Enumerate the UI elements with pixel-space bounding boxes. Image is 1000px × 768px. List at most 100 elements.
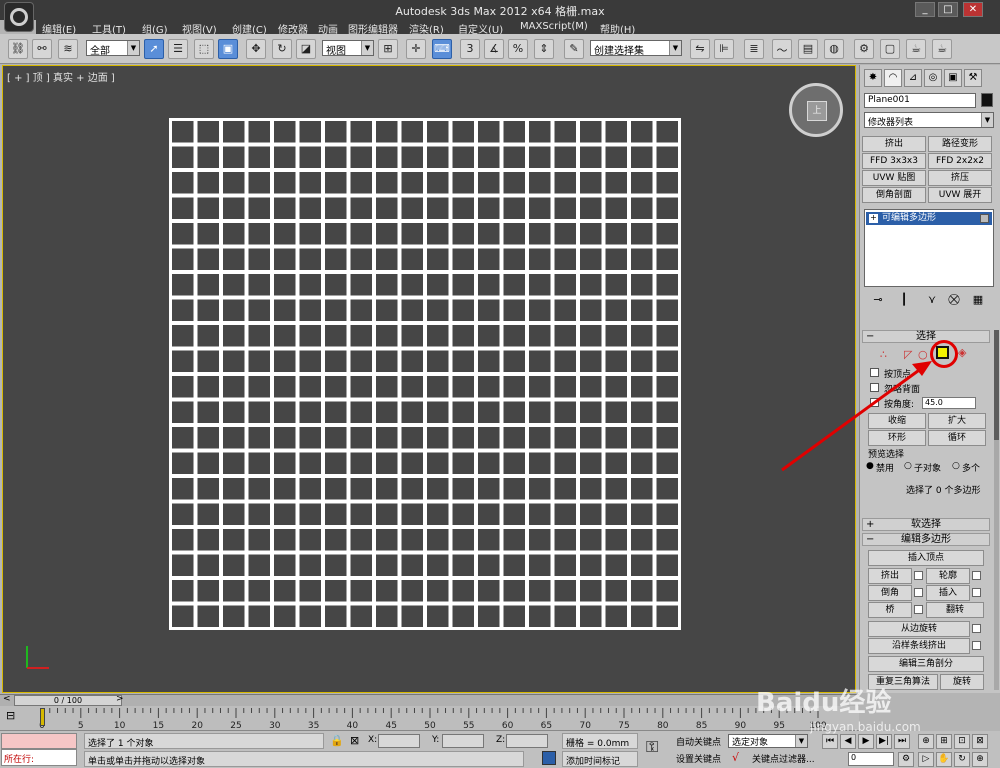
grid-cell[interactable] bbox=[554, 376, 577, 398]
grid-cell[interactable] bbox=[401, 554, 424, 577]
grid-cell[interactable] bbox=[248, 223, 271, 245]
grid-cell[interactable] bbox=[656, 350, 679, 373]
material-editor-icon[interactable]: ◍ bbox=[824, 39, 844, 59]
move-icon[interactable]: ✥ bbox=[246, 39, 266, 59]
preview-disabled-radio[interactable]: ● bbox=[866, 461, 874, 471]
grid-cell[interactable] bbox=[478, 478, 500, 500]
grid-cell[interactable] bbox=[554, 325, 577, 347]
grid-cell[interactable] bbox=[325, 223, 347, 245]
grid-cell[interactable] bbox=[401, 274, 424, 296]
grid-cell[interactable] bbox=[401, 605, 424, 628]
align-icon[interactable]: ⊫ bbox=[714, 39, 734, 59]
grid-cell[interactable] bbox=[529, 580, 551, 602]
grid-cell[interactable] bbox=[503, 146, 526, 169]
pin-stack-icon[interactable]: ⊸ bbox=[870, 293, 886, 309]
grid-cell[interactable] bbox=[401, 299, 424, 322]
grid-cell[interactable] bbox=[172, 478, 194, 500]
grid-cell[interactable] bbox=[325, 248, 347, 271]
grid-cell[interactable] bbox=[656, 580, 679, 602]
schematic-icon[interactable]: ▤ bbox=[798, 39, 818, 59]
grid-cell[interactable] bbox=[350, 172, 373, 194]
grid-cell[interactable] bbox=[554, 503, 577, 526]
grid-cell[interactable] bbox=[350, 299, 373, 322]
grid-cell[interactable] bbox=[172, 299, 194, 322]
selection-rollout-header[interactable]: − 选择 bbox=[862, 330, 990, 343]
grid-cell[interactable] bbox=[197, 376, 220, 398]
grid-cell[interactable] bbox=[401, 503, 424, 526]
grid-cell[interactable] bbox=[197, 503, 220, 526]
grid-cell[interactable] bbox=[274, 554, 296, 577]
grid-cell[interactable] bbox=[529, 478, 551, 500]
grid-cell[interactable] bbox=[503, 223, 526, 245]
grid-cell[interactable] bbox=[631, 554, 653, 577]
grid-cell[interactable] bbox=[656, 223, 679, 245]
grid-cell[interactable] bbox=[631, 325, 653, 347]
percent-snap-icon[interactable]: % bbox=[508, 39, 528, 59]
grid-cell[interactable] bbox=[605, 580, 628, 602]
grid-cell[interactable] bbox=[605, 427, 628, 449]
grid-cell[interactable] bbox=[503, 580, 526, 602]
curve-editor-icon[interactable]: 〜 bbox=[772, 39, 792, 59]
grid-cell[interactable] bbox=[299, 478, 322, 500]
grid-cell[interactable] bbox=[172, 580, 194, 602]
grid-cell[interactable] bbox=[503, 248, 526, 271]
grid-cell[interactable] bbox=[427, 223, 449, 245]
grid-cell[interactable] bbox=[529, 121, 551, 143]
grid-cell[interactable] bbox=[478, 376, 500, 398]
loop-button[interactable]: 循环 bbox=[928, 430, 986, 446]
grid-cell[interactable] bbox=[197, 580, 220, 602]
grid-cell[interactable] bbox=[350, 529, 373, 551]
pivot-icon[interactable]: ⊞ bbox=[378, 39, 398, 59]
extrude-spline-settings-icon[interactable] bbox=[972, 641, 981, 650]
extrude-button[interactable]: 挤出 bbox=[868, 568, 912, 584]
grid-cell[interactable] bbox=[274, 529, 296, 551]
menu-maxscript[interactable]: MAXScript(M) bbox=[520, 21, 588, 32]
modifier-stack[interactable]: + 可编辑多边形 bbox=[864, 209, 994, 287]
snap-icon[interactable]: 3 bbox=[460, 39, 480, 59]
insert-vertex-button[interactable]: 插入顶点 bbox=[868, 550, 984, 566]
modifier-ffd3-button[interactable]: FFD 3x3x3 bbox=[862, 153, 926, 169]
grid-cell[interactable] bbox=[529, 605, 551, 628]
grid-cell[interactable] bbox=[529, 376, 551, 398]
rotate-icon[interactable]: ↻ bbox=[272, 39, 292, 59]
modifier-bevel-profile-button[interactable]: 倒角剖面 bbox=[862, 187, 926, 203]
grid-cell[interactable] bbox=[452, 172, 475, 194]
grid-cell[interactable] bbox=[350, 478, 373, 500]
grid-cell[interactable] bbox=[223, 350, 245, 373]
grid-cell[interactable] bbox=[529, 248, 551, 271]
hierarchy-tab-icon[interactable]: ⊿ bbox=[904, 69, 922, 87]
grid-cell[interactable] bbox=[350, 350, 373, 373]
grid-cell[interactable] bbox=[631, 350, 653, 373]
grid-cell[interactable] bbox=[172, 350, 194, 373]
render-setup-icon[interactable]: ⚙ bbox=[854, 39, 874, 59]
viewport-label[interactable]: [ + ] 顶 ] 真实 + 边面 ] bbox=[7, 69, 115, 84]
grid-cell[interactable] bbox=[325, 172, 347, 194]
grid-cell[interactable] bbox=[580, 427, 602, 449]
track-bar-toggle-icon[interactable]: ⊟ bbox=[6, 709, 15, 722]
grid-cell[interactable] bbox=[452, 376, 475, 398]
grid-cell[interactable] bbox=[503, 401, 526, 424]
grid-cell[interactable] bbox=[580, 554, 602, 577]
grid-cell[interactable] bbox=[248, 350, 271, 373]
grid-cell[interactable] bbox=[299, 376, 322, 398]
grid-cell[interactable] bbox=[274, 350, 296, 373]
grid-cell[interactable] bbox=[631, 197, 653, 220]
grid-cell[interactable] bbox=[554, 350, 577, 373]
grid-cell[interactable] bbox=[529, 401, 551, 424]
scale-icon[interactable]: ◪ bbox=[296, 39, 316, 59]
grid-cell[interactable] bbox=[350, 452, 373, 475]
grid-cell[interactable] bbox=[325, 580, 347, 602]
grid-cell[interactable] bbox=[197, 248, 220, 271]
grid-cell[interactable] bbox=[401, 427, 424, 449]
grid-cell[interactable] bbox=[605, 223, 628, 245]
grid-cell[interactable] bbox=[554, 248, 577, 271]
y-coord-field[interactable] bbox=[442, 734, 484, 748]
grid-cell[interactable] bbox=[376, 248, 398, 271]
grid-cell[interactable] bbox=[554, 401, 577, 424]
grid-cell[interactable] bbox=[274, 223, 296, 245]
grid-cell[interactable] bbox=[376, 427, 398, 449]
grid-cell[interactable] bbox=[631, 427, 653, 449]
grid-cell[interactable] bbox=[325, 554, 347, 577]
grid-cell[interactable] bbox=[299, 299, 322, 322]
grid-cell[interactable] bbox=[427, 554, 449, 577]
